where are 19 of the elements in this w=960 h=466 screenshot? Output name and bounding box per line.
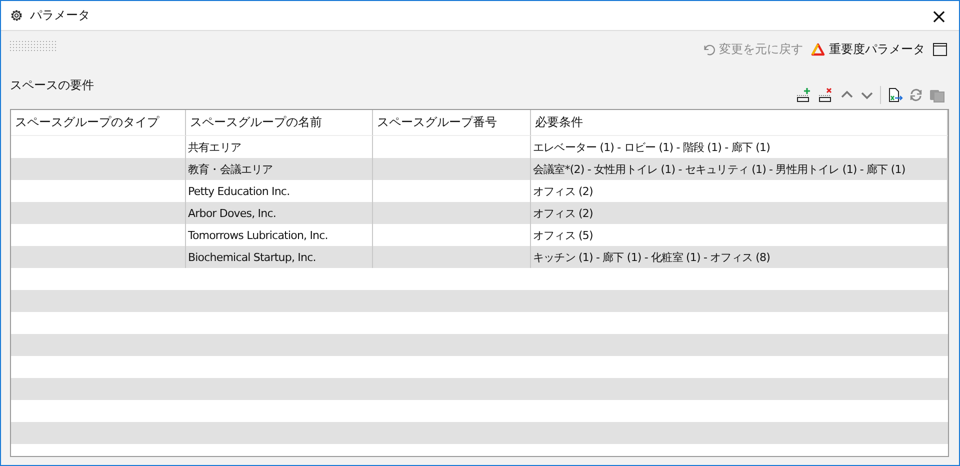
- add-row-icon[interactable]: [796, 87, 812, 103]
- triangle-icon: [811, 42, 825, 56]
- undo-icon: [702, 42, 715, 56]
- table-cell: 会議室*(2) - 女性用トイレ (1) - セキュリティ (1) - 男性用トイレ (1) - 廊下 (1): [531, 158, 948, 180]
- table-cell: 教育・会議エリア: [186, 158, 373, 180]
- paste-icon[interactable]: [929, 87, 945, 103]
- panel-icon[interactable]: [933, 42, 947, 56]
- table-cell: Arbor Doves, Inc.: [186, 202, 373, 224]
- table-cell: キッチン (1) - 廊下 (1) - 化粧室 (1) - オフィス (8): [531, 246, 948, 268]
- export-file-icon[interactable]: [887, 87, 903, 103]
- settings-icon: [9, 8, 24, 23]
- importance-parameters-button[interactable]: 重要度パラメータ: [811, 40, 925, 58]
- window-title: パラメータ: [30, 7, 90, 24]
- delete-row-icon[interactable]: [818, 87, 834, 103]
- table-cell: オフィス (2): [531, 202, 948, 224]
- table-cell: Biochemical Startup, Inc.: [186, 246, 373, 268]
- refresh-icon[interactable]: [909, 87, 923, 103]
- close-button[interactable]: ×: [919, 1, 959, 30]
- section-title: スペースの要件: [10, 77, 94, 94]
